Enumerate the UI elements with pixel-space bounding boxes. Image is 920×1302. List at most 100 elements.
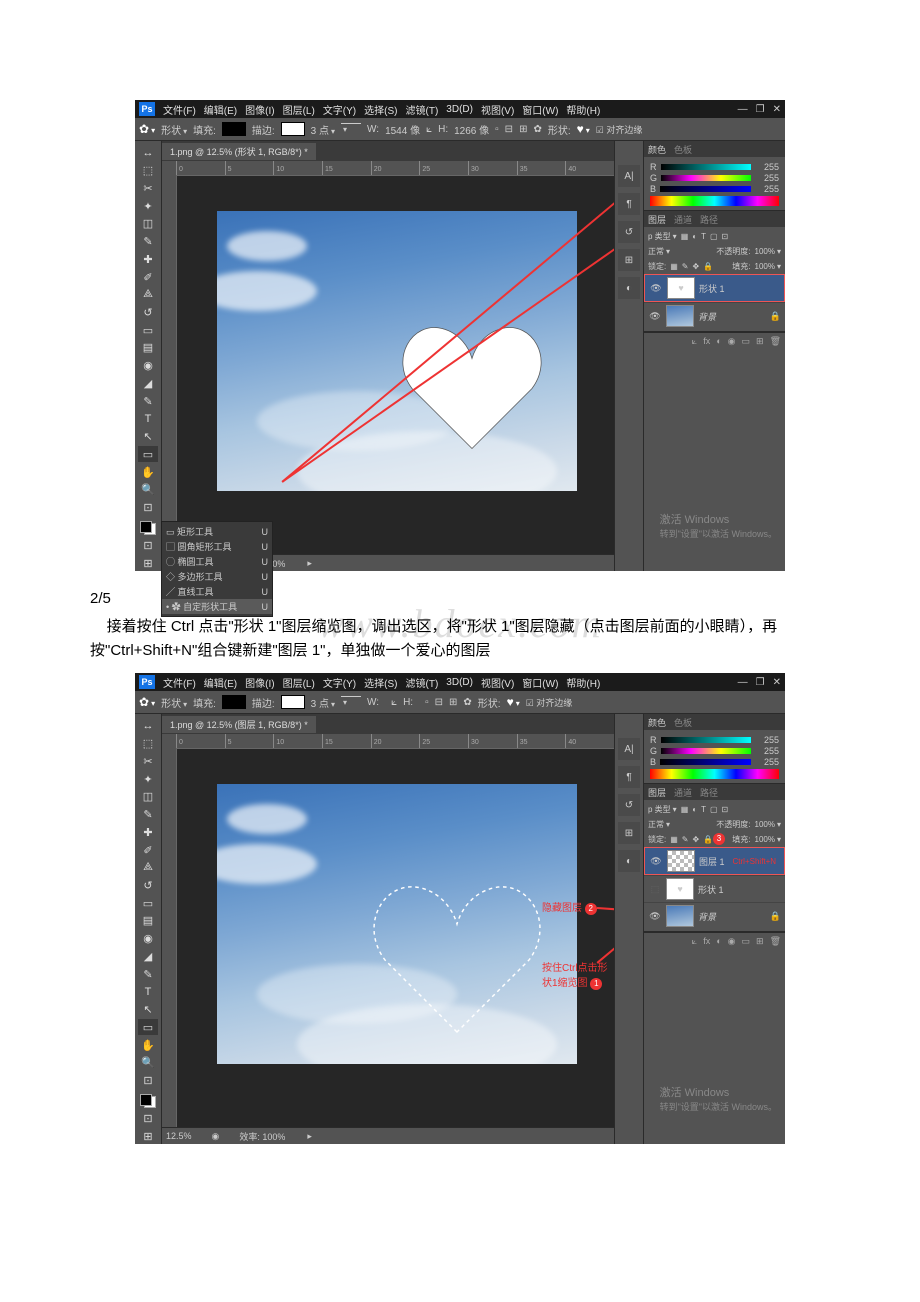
kind-filter[interactable]: p 类型 (648, 231, 677, 242)
minimize-icon[interactable]: — (738, 677, 748, 688)
brush-tool-icon[interactable]: ✐ (138, 269, 158, 285)
menu-edit[interactable]: 编辑(E) (204, 102, 237, 117)
kind-adjust-icon[interactable]: ◐ (692, 805, 697, 814)
layer-thumb[interactable]: ♥ (666, 878, 694, 900)
move-tool-icon[interactable]: ↔ (138, 145, 158, 161)
kind-type-icon[interactable]: T (701, 232, 706, 241)
toggle-icon[interactable]: ⊡ (138, 500, 158, 516)
kind-shape-icon[interactable]: ▢ (710, 232, 718, 241)
tool-preset-icon[interactable]: ✿ (139, 122, 155, 136)
menu-help[interactable]: 帮助(H) (566, 102, 600, 117)
g-value[interactable]: 255 (755, 173, 779, 183)
channels-tab[interactable]: 通道 (674, 786, 692, 799)
history-brush-tool-icon[interactable]: ↺ (138, 305, 158, 321)
shape-picker-icon[interactable]: ♥ (577, 122, 590, 136)
foreground-background-colors[interactable] (140, 1094, 156, 1108)
type-tool-icon[interactable]: T (138, 984, 158, 1000)
maximize-icon[interactable]: ❐ (756, 104, 765, 115)
menu-file[interactable]: 文件(F) (163, 102, 196, 117)
menu-layer[interactable]: 图层(L) (283, 102, 315, 117)
arrange-icon[interactable]: ⊞ (449, 697, 457, 708)
align-icon[interactable]: ⊟ (435, 697, 443, 708)
menu-window[interactable]: 窗口(W) (522, 675, 558, 690)
layers-tab[interactable]: 图层 (648, 213, 666, 226)
flyout-rect[interactable]: ▭ 矩形工具U (162, 524, 272, 539)
mask-icon[interactable]: ◐ (716, 336, 721, 346)
gear-icon[interactable]: ✿ (533, 124, 541, 135)
path-select-tool-icon[interactable]: ↖ (138, 1002, 158, 1018)
g-slider[interactable] (661, 175, 751, 181)
path-select-tool-icon[interactable]: ↖ (138, 429, 158, 445)
lasso-tool-icon[interactable]: ✂ (138, 180, 158, 196)
kind-image-icon[interactable]: ▦ (681, 232, 689, 241)
align-edges-checkbox[interactable]: ☑ 对齐边缘 (596, 123, 643, 136)
delete-layer-icon[interactable]: 🗑 (770, 336, 781, 347)
stroke-style[interactable] (341, 696, 361, 708)
new-layer-icon[interactable]: ⊞ (756, 936, 764, 947)
foreground-background-colors[interactable] (140, 521, 156, 535)
path-ops-icon[interactable]: ▫ (425, 697, 429, 708)
r-slider[interactable] (661, 737, 752, 743)
pen-tool-icon[interactable]: ✎ (138, 393, 158, 409)
fill-value[interactable]: 100% (755, 835, 781, 844)
menu-type[interactable]: 文字(Y) (323, 675, 356, 690)
align-edges-checkbox[interactable]: ☑ 对齐边缘 (526, 696, 573, 709)
height-value[interactable]: 1266 像 (454, 122, 489, 137)
color-spectrum[interactable] (650, 769, 779, 779)
flyout-custom[interactable]: • ✿ 自定形状工具U (162, 599, 272, 614)
quickmask-icon[interactable]: ⊡ (138, 1110, 158, 1126)
r-slider[interactable] (661, 164, 752, 170)
char-panel-icon[interactable]: A| (618, 165, 640, 187)
fill-swatch[interactable] (222, 122, 246, 136)
hand-tool-icon[interactable]: ✋ (138, 464, 158, 480)
stroke-style[interactable] (341, 123, 361, 135)
fill-value[interactable]: 100% (755, 262, 781, 271)
minimize-icon[interactable]: — (738, 104, 748, 115)
visibility-eye-icon[interactable]: ⬚ (648, 884, 662, 895)
tool-preset-icon[interactable]: ✿ (139, 695, 155, 709)
arrange-icon[interactable]: ⊞ (519, 124, 527, 135)
paths-tab[interactable]: 路径 (700, 786, 718, 799)
flyout-rrect[interactable]: ▢ 圆角矩形工具U (162, 539, 272, 554)
flyout-poly[interactable]: ◇ 多边形工具U (162, 569, 272, 584)
zoom-tool-icon[interactable]: 🔍 (138, 1055, 158, 1071)
marquee-tool-icon[interactable]: ⬚ (138, 163, 158, 179)
layer-thumb[interactable] (666, 305, 694, 327)
history-brush-tool-icon[interactable]: ↺ (138, 878, 158, 894)
menu-select[interactable]: 选择(S) (364, 102, 397, 117)
menu-view[interactable]: 视图(V) (481, 102, 514, 117)
lasso-tool-icon[interactable]: ✂ (138, 753, 158, 769)
para-panel-icon[interactable]: ¶ (618, 193, 640, 215)
move-tool-icon[interactable]: ↔ (138, 718, 158, 734)
gear-icon[interactable]: ✿ (463, 697, 471, 708)
gradient-tool-icon[interactable]: ▤ (138, 913, 158, 929)
screenmode-icon[interactable]: ⊞ (138, 555, 158, 571)
char-panel-icon[interactable]: A| (618, 738, 640, 760)
opacity-value[interactable]: 100% (755, 820, 781, 829)
color-tab[interactable]: 颜色 (648, 143, 666, 156)
toggle-icon[interactable]: ⊡ (138, 1073, 158, 1089)
stroke-swatch[interactable] (281, 122, 305, 136)
shape-tool-icon[interactable]: ▭ (138, 1019, 158, 1035)
kind-smart-icon[interactable]: ⊡ (722, 805, 729, 814)
menu-edit[interactable]: 编辑(E) (204, 675, 237, 690)
menu-view[interactable]: 视图(V) (481, 675, 514, 690)
eraser-tool-icon[interactable]: ▭ (138, 322, 158, 338)
document-tab[interactable]: 1.png @ 12.5% (形状 1, RGB/8*) * (162, 143, 316, 160)
para-panel-icon[interactable]: ¶ (618, 766, 640, 788)
swatch-tab[interactable]: 色板 (674, 716, 692, 729)
b-value[interactable]: 255 (755, 184, 779, 194)
visibility-eye-icon[interactable]: 👁 (649, 283, 663, 294)
b-slider[interactable] (660, 186, 751, 192)
shape-mode-dropdown[interactable]: 形状 (161, 122, 187, 137)
wand-tool-icon[interactable]: ✦ (138, 771, 158, 787)
swatch-tab[interactable]: 色板 (674, 143, 692, 156)
blur-tool-icon[interactable]: ◉ (138, 931, 158, 947)
screenmode-icon[interactable]: ⊞ (138, 1128, 158, 1144)
blur-tool-icon[interactable]: ◉ (138, 358, 158, 374)
link-icon[interactable]: ⟀ (391, 697, 397, 708)
layer-row-shape1[interactable]: ⬚ ♥ 形状 1 (644, 875, 785, 902)
crop-tool-icon[interactable]: ◫ (138, 789, 158, 805)
visibility-eye-icon[interactable]: 👁 (649, 856, 663, 867)
stamp-tool-icon[interactable]: ⟁ (138, 860, 158, 876)
